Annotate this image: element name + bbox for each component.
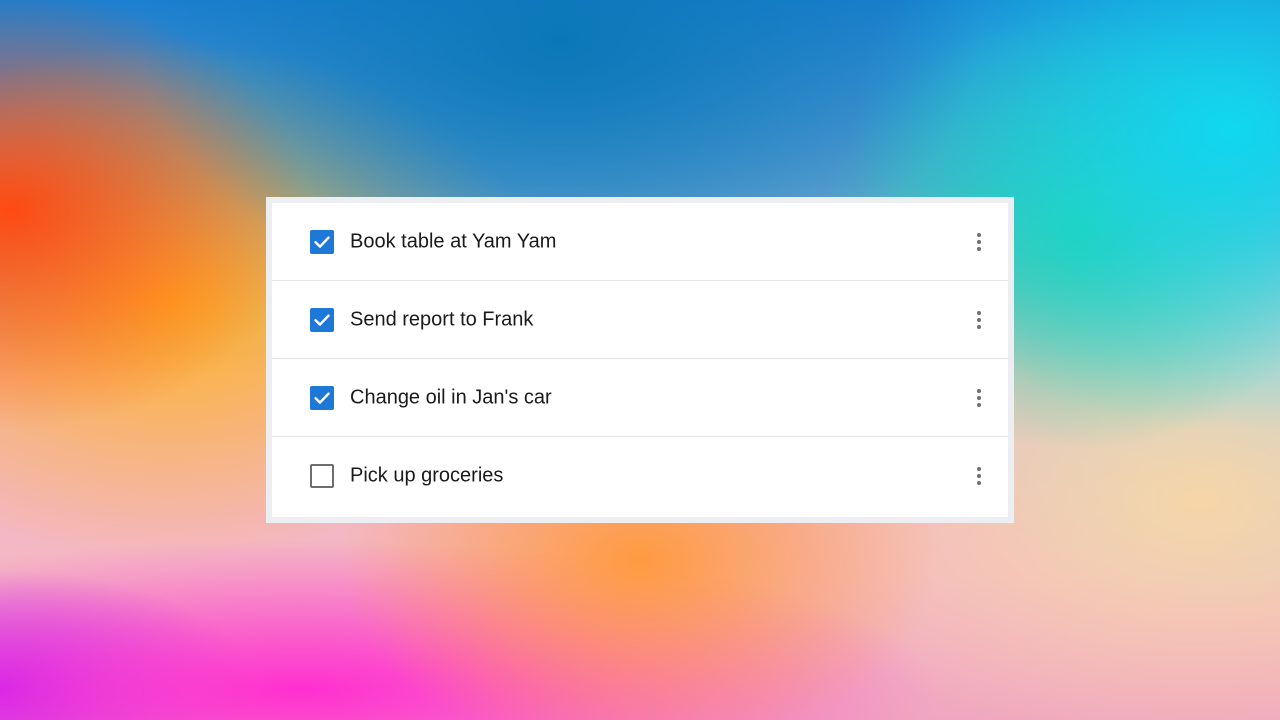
todo-item: Book table at Yam Yam <box>272 203 1008 281</box>
todo-card: Book table at Yam Yam Send report to Fra… <box>266 197 1014 523</box>
more-vertical-icon <box>977 232 981 251</box>
todo-item: Pick up groceries <box>272 437 1008 515</box>
more-vertical-icon <box>977 388 981 407</box>
more-vertical-icon <box>977 310 981 329</box>
check-icon <box>314 391 330 404</box>
check-icon <box>314 235 330 248</box>
todo-label: Book table at Yam Yam <box>350 230 557 252</box>
todo-checkbox[interactable] <box>310 385 334 410</box>
todo-label: Send report to Frank <box>350 308 534 330</box>
todo-label: Pick up groceries <box>350 464 504 487</box>
more-vertical-icon <box>977 467 981 485</box>
todo-checkbox[interactable] <box>310 307 334 332</box>
todo-item: Change oil in Jan's car <box>272 359 1008 437</box>
more-options-button[interactable] <box>964 227 994 257</box>
check-icon <box>314 313 330 326</box>
more-options-button[interactable] <box>964 383 994 413</box>
todo-checkbox[interactable] <box>310 464 334 488</box>
more-options-button[interactable] <box>964 305 994 335</box>
todo-checkbox[interactable] <box>310 229 334 254</box>
more-options-button[interactable] <box>964 461 994 491</box>
todo-item: Send report to Frank <box>272 281 1008 359</box>
todo-list: Book table at Yam Yam Send report to Fra… <box>272 203 1008 517</box>
todo-label: Change oil in Jan's car <box>350 386 552 408</box>
